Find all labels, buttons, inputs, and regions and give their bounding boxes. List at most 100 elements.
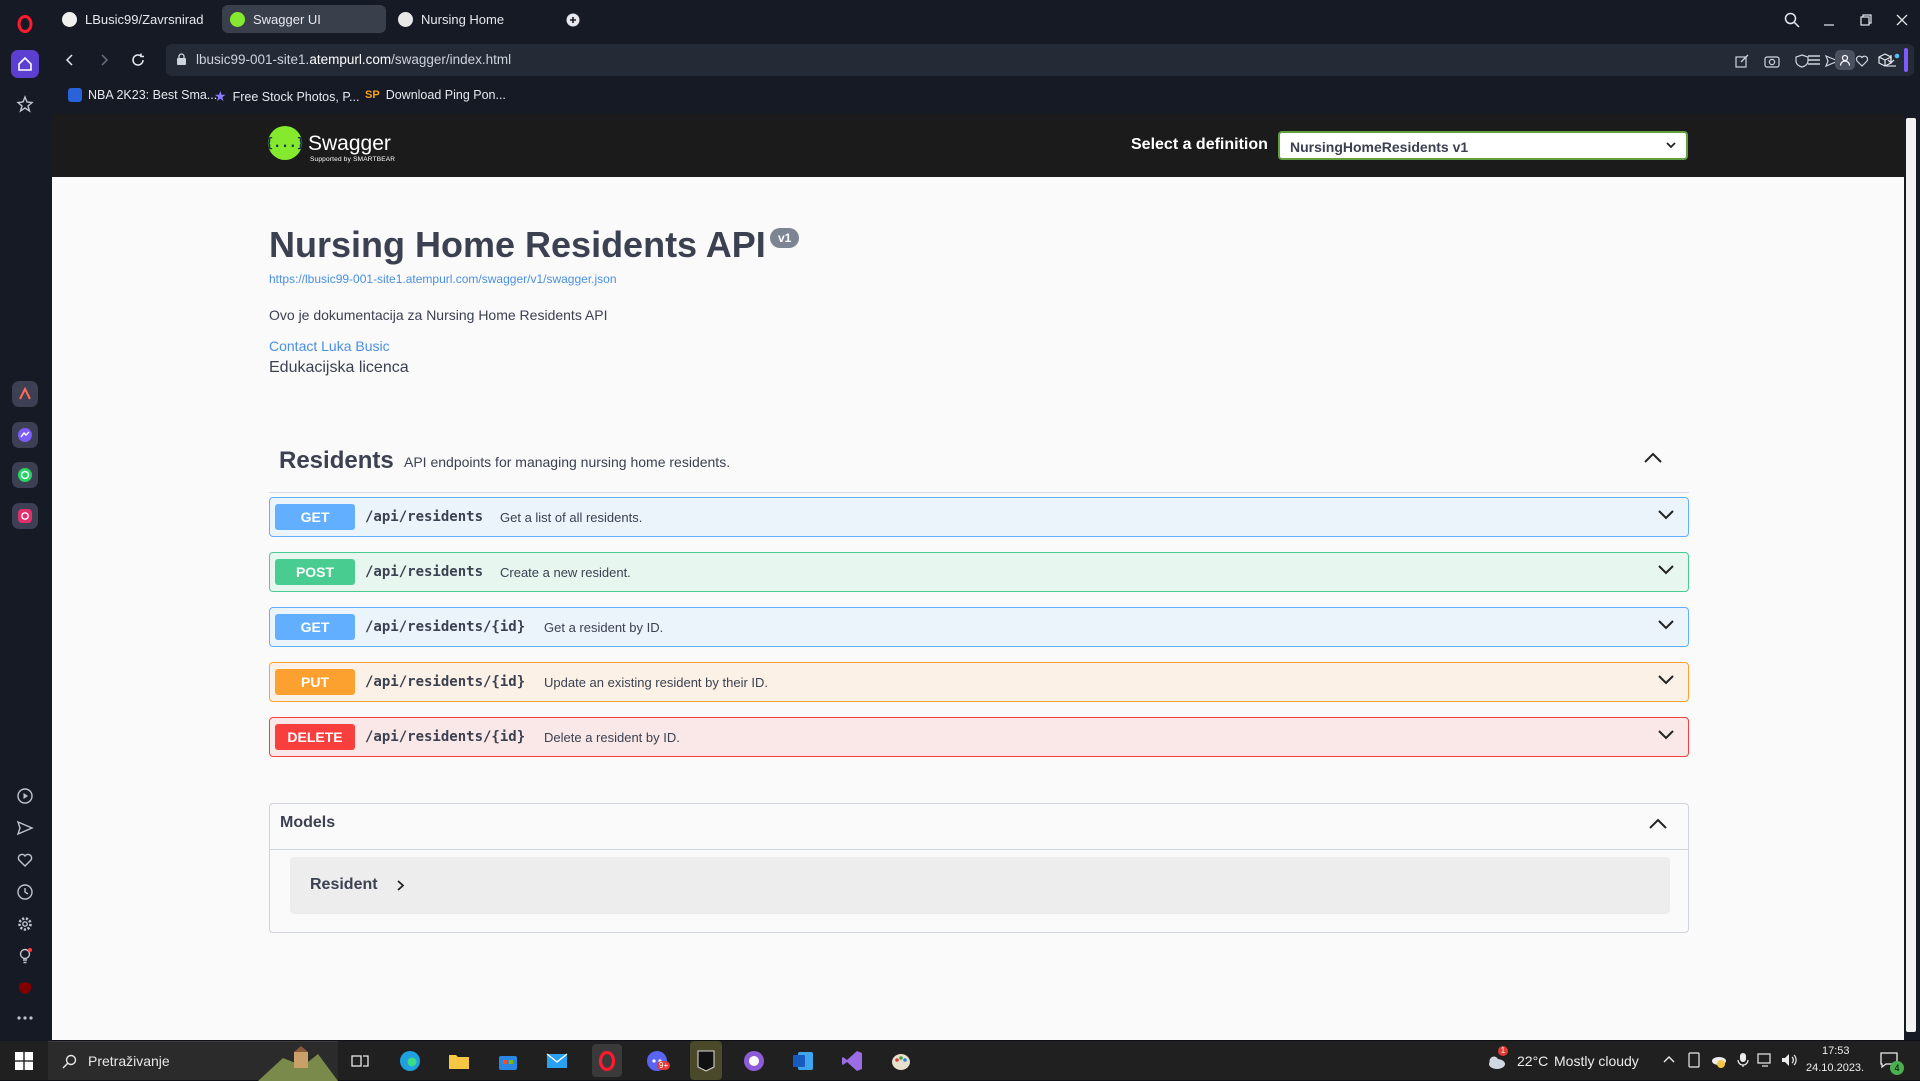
- forward-icon[interactable]: [92, 48, 116, 72]
- version-badge: v1: [770, 228, 800, 248]
- swagger-page: {...} Swagger Supported by SMARTBEAR Sel…: [52, 114, 1904, 1040]
- windows-start-icon[interactable]: [10, 1047, 38, 1075]
- taskbar-search[interactable]: Pretraživanje: [48, 1041, 338, 1081]
- restore-icon[interactable]: [1854, 8, 1878, 32]
- mail-icon[interactable]: [543, 1047, 571, 1075]
- opera-logo-icon[interactable]: [11, 10, 39, 38]
- scrollbar-thumb[interactable]: [1906, 118, 1916, 1032]
- reload-icon[interactable]: [126, 48, 150, 72]
- messenger-icon[interactable]: [12, 422, 38, 448]
- tab-github[interactable]: LBusic99/Zavrsnirad: [54, 5, 216, 33]
- collapse-tag-chevron-up-icon[interactable]: [1644, 452, 1662, 463]
- tag-residents-title[interactable]: Residents: [279, 447, 394, 475]
- word-icon[interactable]: [789, 1047, 817, 1075]
- bookmark-ping-pong[interactable]: SP Download Ping Pon...: [365, 88, 506, 102]
- tab-nursing-home[interactable]: Nursing Home: [390, 5, 552, 33]
- close-window-icon[interactable]: [1890, 8, 1914, 32]
- model-resident[interactable]: Resident: [290, 857, 1670, 914]
- browser-sidebar: [0, 0, 52, 1041]
- notification-count-badge: 4: [1890, 1061, 1904, 1075]
- method-badge: GET: [275, 614, 355, 640]
- url-field[interactable]: lbusic99-001-site1.atempurl.com/swagger/…: [166, 44, 1914, 76]
- instagram-icon[interactable]: [12, 503, 38, 529]
- epic-games-icon[interactable]: [690, 1041, 722, 1080]
- op-summary: Create a new resident.: [500, 565, 631, 580]
- clock-date[interactable]: 24.10.2023.: [1806, 1062, 1864, 1074]
- url-text: lbusic99-001-site1.atempurl.com/swagger/…: [196, 52, 512, 67]
- settings-gear-icon[interactable]: [11, 910, 39, 938]
- weather-cloud-icon[interactable]: 1: [1484, 1046, 1508, 1075]
- weather-description[interactable]: Mostly cloudy: [1554, 1053, 1639, 1069]
- model-name: Resident: [310, 876, 378, 893]
- network-icon[interactable]: [1757, 1052, 1775, 1068]
- tag-residents-description: API endpoints for managing nursing home …: [404, 454, 731, 470]
- minimize-icon[interactable]: [1817, 8, 1841, 32]
- ms-store-icon[interactable]: [494, 1047, 522, 1075]
- player-icon[interactable]: [11, 782, 39, 810]
- visual-studio-icon[interactable]: [838, 1047, 866, 1075]
- tray-cloud-icon[interactable]: [1710, 1052, 1728, 1068]
- page-title: Nursing Home Residents API: [269, 224, 766, 265]
- bookmarks-heart-icon[interactable]: [11, 846, 39, 874]
- chevron-down-icon: [1658, 675, 1674, 685]
- heart-icon[interactable]: [1853, 52, 1871, 70]
- method-badge: POST: [275, 559, 355, 585]
- edit-icon[interactable]: [1733, 52, 1751, 70]
- bookmark-stock-photos[interactable]: ★ Free Stock Photos, P...: [214, 88, 359, 105]
- swagger-logo-sub: Supported by SMARTBEAR: [310, 156, 396, 163]
- op-post-residents[interactable]: POST /api/residents Create a new residen…: [269, 552, 1689, 592]
- easy-setup-menu-icon[interactable]: [1805, 51, 1823, 69]
- op-summary: Update an existing resident by their ID.: [544, 675, 769, 690]
- definition-select[interactable]: NursingHomeResidents v1: [1278, 131, 1688, 160]
- page-scrollbar[interactable]: [1904, 114, 1920, 1040]
- search-highlight-image-icon: [258, 1046, 338, 1081]
- tray-device-icon[interactable]: [1687, 1052, 1701, 1068]
- sidebar-indicator: [1904, 48, 1908, 72]
- bookmark-nba[interactable]: NBA 2K23: Best Sma...: [68, 88, 217, 102]
- edge-icon[interactable]: [396, 1047, 424, 1075]
- tray-chevron-up-icon[interactable]: [1663, 1055, 1675, 1063]
- tips-bulb-icon[interactable]: [11, 942, 39, 970]
- history-clock-icon[interactable]: [11, 878, 39, 906]
- select-definition-label: Select a definition: [1131, 136, 1268, 153]
- home-icon[interactable]: [11, 50, 39, 78]
- more-dots-icon[interactable]: [11, 1004, 39, 1032]
- bookmarks-bar: NBA 2K23: Best Sma... ★ Free Stock Photo…: [52, 80, 1920, 114]
- clock-time[interactable]: 17:53: [1822, 1045, 1850, 1057]
- volume-icon[interactable]: [1781, 1052, 1799, 1068]
- address-bar-row: lbusic99-001-site1.atempurl.com/swagger/…: [52, 40, 1920, 80]
- extensions-cube-icon[interactable]: [1876, 51, 1894, 69]
- globe-icon: [398, 11, 413, 27]
- tab-search-icon[interactable]: [1780, 8, 1804, 32]
- discord-icon[interactable]: 9+: [643, 1047, 671, 1075]
- opera-taskbar-icon[interactable]: [592, 1044, 622, 1077]
- models-title[interactable]: Models: [280, 814, 335, 832]
- whatsapp-icon[interactable]: [12, 462, 38, 488]
- flow-send-icon[interactable]: [11, 814, 39, 842]
- aria-app-icon[interactable]: [12, 381, 38, 407]
- collapse-models-chevron-up-icon[interactable]: [1649, 818, 1667, 829]
- contact-link[interactable]: Contact Luka Busic: [269, 338, 390, 354]
- op-get-residents[interactable]: GET /api/residents Get a list of all res…: [269, 497, 1689, 537]
- op-delete-resident[interactable]: DELETE /api/residents/{id} Delete a resi…: [269, 717, 1689, 757]
- pinboards-icon[interactable]: [11, 90, 39, 118]
- weather-temp[interactable]: 22°C: [1517, 1053, 1548, 1069]
- github-desktop-icon[interactable]: [740, 1047, 768, 1075]
- new-tab-plus-icon[interactable]: [561, 8, 585, 32]
- back-icon[interactable]: [58, 48, 82, 72]
- tab-swagger[interactable]: Swagger UI: [222, 5, 386, 33]
- ublock-icon[interactable]: [11, 974, 39, 1002]
- microphone-icon[interactable]: [1737, 1052, 1749, 1068]
- op-get-resident-by-id[interactable]: GET /api/residents/{id} Get a resident b…: [269, 607, 1689, 647]
- op-path: /api/residents/{id}: [365, 619, 526, 635]
- op-path: /api/residents: [365, 564, 484, 580]
- op-put-resident[interactable]: PUT /api/residents/{id} Update an existi…: [269, 662, 1689, 702]
- spec-url-link[interactable]: https://lbusic99-001-site1.atempurl.com/…: [269, 272, 617, 286]
- file-explorer-icon[interactable]: [445, 1047, 473, 1075]
- swagger-logo[interactable]: {...} Swagger Supported by SMARTBEAR: [265, 126, 395, 163]
- task-view-icon[interactable]: [346, 1047, 374, 1075]
- camera-icon[interactable]: [1763, 52, 1781, 70]
- search-placeholder: Pretraživanje: [88, 1053, 170, 1069]
- paint-icon[interactable]: [887, 1047, 915, 1075]
- profile-icon[interactable]: [1835, 50, 1855, 70]
